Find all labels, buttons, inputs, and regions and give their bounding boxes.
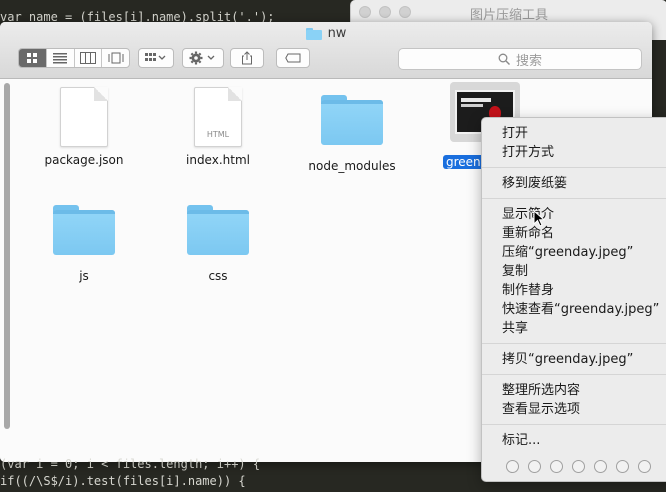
- menu-item-duplicate[interactable]: 复制: [502, 262, 528, 281]
- menu-item-share[interactable]: 共享: [502, 319, 528, 338]
- tag-color-row: [506, 460, 651, 473]
- menu-item-make-alias[interactable]: 制作替身: [502, 281, 554, 300]
- file-name: index.html: [186, 153, 250, 167]
- mouse-cursor-icon: [533, 210, 545, 227]
- file-item-css[interactable]: css: [163, 205, 273, 283]
- menu-item-tags[interactable]: 标记...: [502, 431, 540, 450]
- file-item-index-html[interactable]: HTML index.html: [163, 87, 273, 167]
- folder-icon: [187, 205, 249, 255]
- action-button[interactable]: [182, 48, 224, 68]
- menu-item-get-info[interactable]: 显示简介: [502, 205, 554, 224]
- context-menu: 打开 打开方式 移到废纸篓 显示简介 重新命名 压缩“greenday.jpeg…: [481, 117, 666, 482]
- share-icon: [242, 51, 252, 65]
- scrollbar[interactable]: [4, 83, 10, 429]
- tag-color-dot[interactable]: [506, 460, 519, 473]
- window-title-text: nw: [327, 26, 347, 41]
- menu-separator: [482, 343, 666, 344]
- tag-button[interactable]: [276, 48, 310, 68]
- tag-icon: [285, 53, 301, 63]
- file-item-node-modules[interactable]: node_modules: [297, 95, 407, 173]
- group-by-button[interactable]: [138, 48, 174, 68]
- code-line: if((/\S$/i).test(files[i].name)) {: [0, 474, 246, 488]
- menu-item-quick-look[interactable]: 快速查看“greenday.jpeg”: [502, 300, 659, 319]
- file-item-package-json[interactable]: package.json: [29, 87, 139, 167]
- menu-separator: [482, 374, 666, 375]
- file-name: js: [79, 269, 89, 283]
- window-title: nw: [0, 26, 652, 41]
- menu-separator: [482, 424, 666, 425]
- file-type-tag: HTML: [206, 130, 230, 139]
- tag-color-dot[interactable]: [528, 460, 541, 473]
- menu-item-compress[interactable]: 压缩“greenday.jpeg”: [502, 243, 633, 262]
- folder-icon: [321, 95, 383, 145]
- tag-color-dot[interactable]: [594, 460, 607, 473]
- file-name: css: [208, 269, 228, 283]
- search-input[interactable]: 搜索: [398, 48, 642, 70]
- search-icon: [498, 53, 510, 65]
- menu-item-rename[interactable]: 重新命名: [502, 224, 554, 243]
- folder-icon: [305, 27, 322, 40]
- menu-item-show-view-options[interactable]: 查看显示选项: [502, 400, 580, 419]
- cover-flow-icon: [108, 52, 124, 64]
- group-grid-icon: [145, 53, 166, 61]
- menu-separator: [482, 198, 666, 199]
- list-view-button[interactable]: [47, 49, 75, 67]
- file-item-js[interactable]: js: [29, 205, 139, 283]
- share-button[interactable]: [230, 48, 264, 68]
- column-view-button[interactable]: [75, 49, 103, 67]
- view-mode-segmented-control: [18, 48, 130, 68]
- menu-item-move-to-trash[interactable]: 移到废纸篓: [502, 174, 567, 193]
- menu-item-open-with[interactable]: 打开方式: [502, 143, 554, 162]
- gear-icon: [189, 51, 215, 65]
- tag-color-dot[interactable]: [616, 460, 629, 473]
- window-title: 图片压缩工具: [469, 8, 548, 23]
- folder-icon: [53, 205, 115, 255]
- document-icon: [60, 87, 108, 147]
- titlebar: nw 搜索: [0, 22, 652, 79]
- menu-item-open[interactable]: 打开: [502, 124, 528, 143]
- tag-color-dot[interactable]: [550, 460, 563, 473]
- file-name: package.json: [44, 153, 124, 167]
- menu-item-clean-up-selection[interactable]: 整理所选内容: [502, 381, 580, 400]
- grid-icon: [27, 53, 38, 63]
- tag-color-dot[interactable]: [638, 460, 651, 473]
- file-name: node_modules: [308, 159, 396, 173]
- menu-item-copy[interactable]: 拷贝“greenday.jpeg”: [502, 350, 633, 369]
- list-icon: [53, 53, 68, 64]
- tag-color-dot[interactable]: [572, 460, 585, 473]
- html-document-icon: HTML: [194, 87, 242, 147]
- icon-view-button[interactable]: [19, 49, 47, 67]
- columns-icon: [79, 52, 96, 64]
- search-placeholder: 搜索: [515, 53, 542, 69]
- cover-flow-view-button[interactable]: [102, 49, 129, 67]
- menu-separator: [482, 167, 666, 168]
